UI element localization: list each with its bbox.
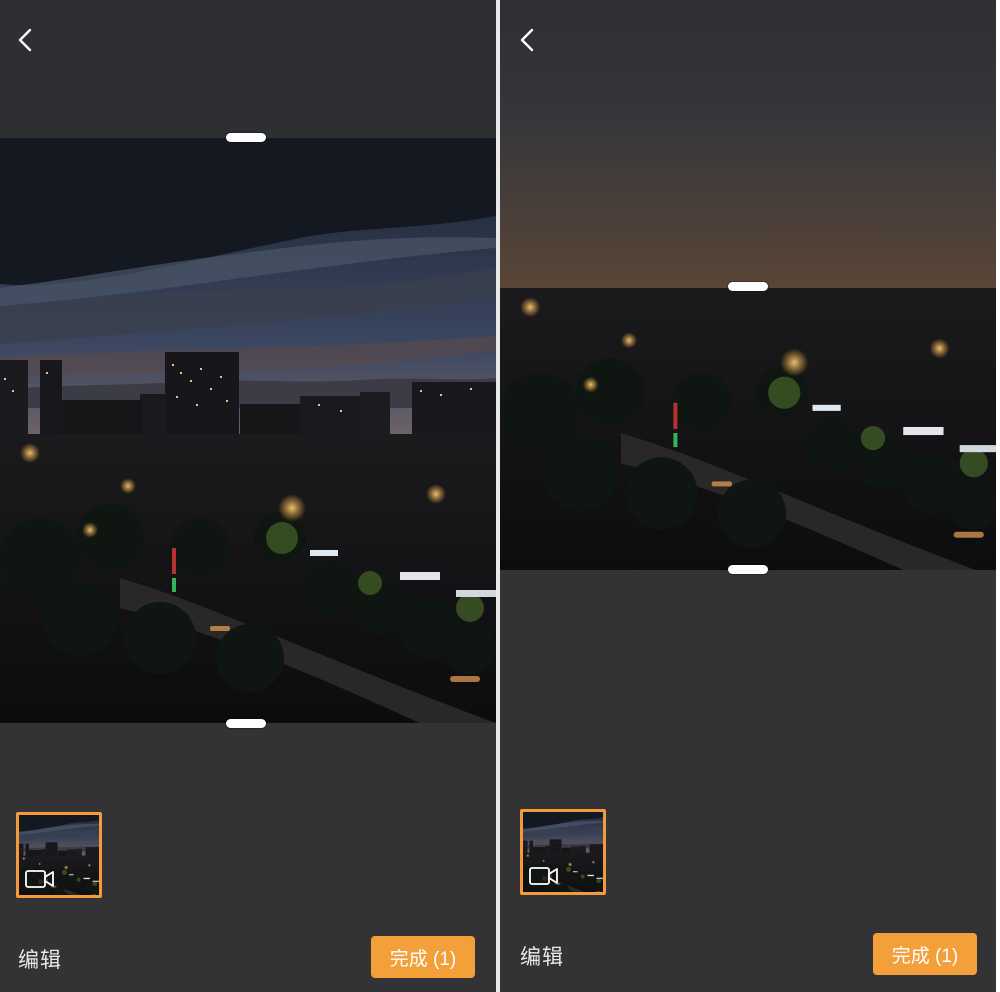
done-button[interactable]: 完成 (1) xyxy=(873,933,977,975)
video-thumbnail[interactable] xyxy=(520,809,606,895)
right-editor-panel: 编辑 完成 (1) xyxy=(500,0,996,992)
blurred-top-area xyxy=(500,0,996,288)
video-camera-icon xyxy=(529,867,558,885)
left-editor-panel: 编辑 完成 (1) xyxy=(0,0,496,992)
chevron-left-icon[interactable] xyxy=(512,24,544,56)
chevron-left-icon[interactable] xyxy=(10,24,42,56)
video-crop-frame[interactable] xyxy=(0,138,496,723)
top-bar xyxy=(0,0,496,138)
done-button[interactable]: 完成 (1) xyxy=(371,936,475,978)
video-camera-icon xyxy=(25,870,54,888)
crop-handle-top[interactable] xyxy=(226,133,266,142)
crop-handle-bottom[interactable] xyxy=(226,719,266,728)
crop-handle-top[interactable] xyxy=(728,282,768,291)
video-thumbnail[interactable] xyxy=(16,812,102,898)
video-crop-frame[interactable] xyxy=(500,288,996,570)
crop-handle-bottom[interactable] xyxy=(728,565,768,574)
edit-button[interactable]: 编辑 xyxy=(520,941,564,971)
edit-button[interactable]: 编辑 xyxy=(18,944,62,974)
